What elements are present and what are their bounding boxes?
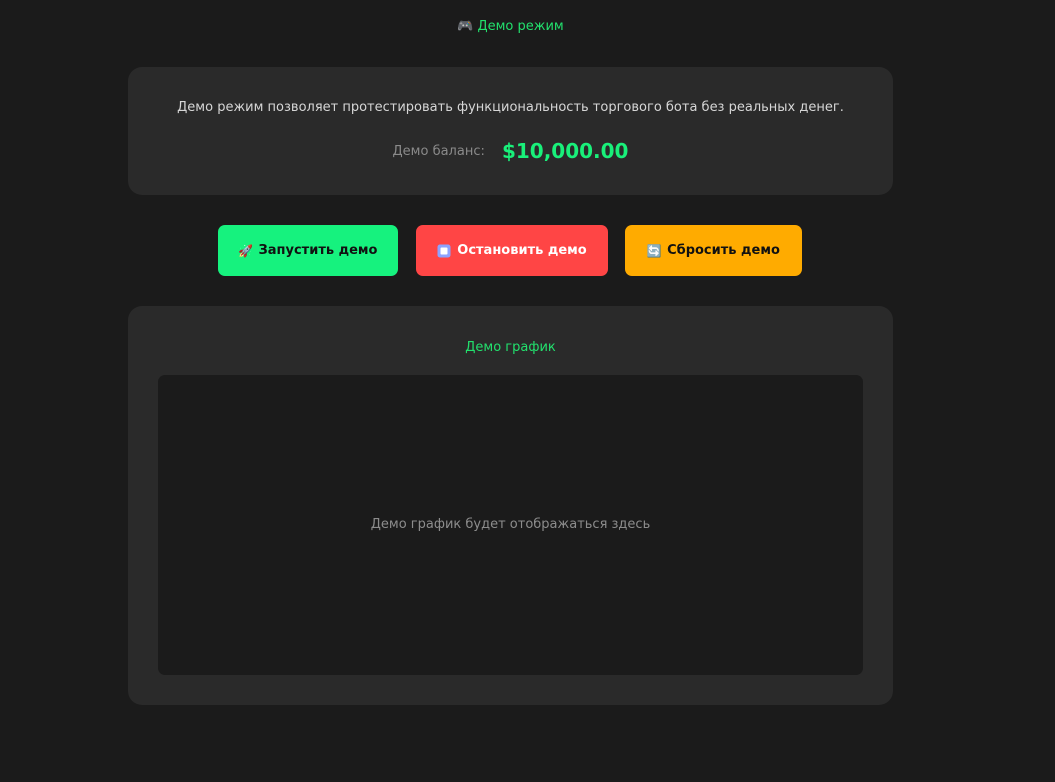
demo-balance-row: Демо баланс: $10,000.00	[128, 139, 893, 163]
page-title: 🎮 Демо режим	[0, 17, 1021, 37]
gamepad-icon: 🎮	[457, 19, 474, 34]
chart-title: Демо график	[465, 340, 556, 355]
reset-demo-button[interactable]: 🔄 Сбросить демо	[625, 225, 802, 276]
demo-info-card: Демо режим позволяет протестировать функ…	[128, 67, 893, 195]
demo-balance-value: $10,000.00	[501, 139, 629, 163]
reset-demo-label: Сбросить демо	[667, 243, 780, 258]
chart-area: Демо график будет отображаться здесь	[158, 375, 863, 675]
stop-demo-label: Остановить демо	[457, 243, 587, 258]
stop-square-icon	[437, 244, 451, 258]
stop-demo-button[interactable]: Остановить демо	[416, 225, 608, 276]
page-title-text: Демо режим	[477, 19, 564, 34]
demo-chart-card: Демо график Демо график будет отображать…	[128, 306, 893, 705]
start-demo-button[interactable]: 🚀 Запустить демо	[218, 225, 398, 276]
rocket-icon: 🚀	[238, 243, 253, 258]
refresh-icon: 🔄	[646, 243, 662, 258]
demo-page: 🎮 Демо режим Демо режим позволяет протест…	[0, 0, 1055, 782]
demo-balance-label: Демо баланс:	[392, 143, 485, 159]
demo-description: Демо режим позволяет протестировать функ…	[177, 100, 844, 115]
chart-placeholder: Демо график будет отображаться здесь	[370, 517, 651, 532]
start-demo-label: Запустить демо	[258, 243, 378, 258]
